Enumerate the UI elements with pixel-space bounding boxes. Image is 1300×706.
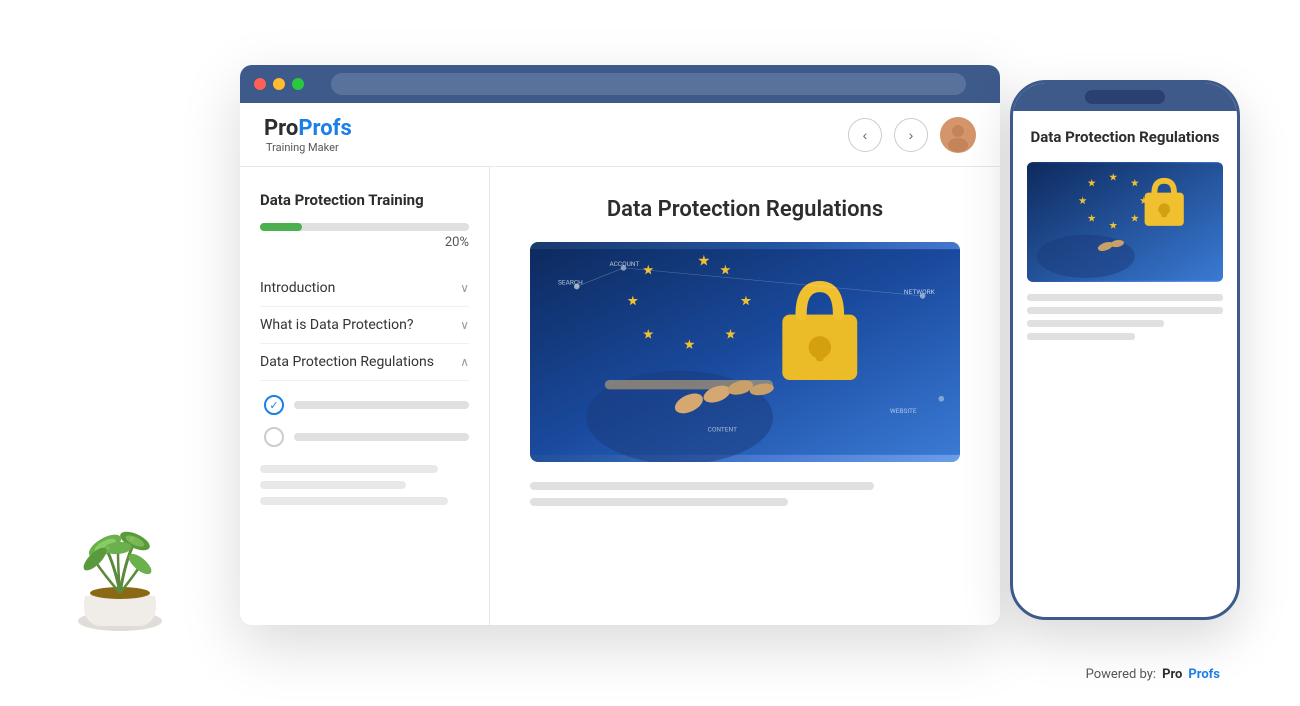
minimize-dot[interactable] bbox=[273, 78, 285, 90]
logo-pro: Pro bbox=[264, 116, 298, 141]
fullscreen-dot[interactable] bbox=[292, 78, 304, 90]
svg-text:ACCOUNT: ACCOUNT bbox=[609, 260, 639, 268]
submenu-item-1[interactable] bbox=[264, 389, 469, 421]
url-bar[interactable] bbox=[331, 73, 966, 95]
placeholder-line-2 bbox=[260, 481, 406, 489]
check-empty-icon bbox=[264, 427, 284, 447]
phone-title: Data Protection Regulations bbox=[1027, 127, 1223, 148]
app-header: Pro Profs Training Maker ‹ › bbox=[240, 103, 1000, 167]
menu-item-introduction-label: Introduction bbox=[260, 280, 335, 296]
powered-by: Powered by: Pro Profs bbox=[1086, 667, 1220, 682]
progress-bar-bg bbox=[260, 223, 469, 231]
avatar bbox=[940, 117, 976, 153]
menu-item-introduction[interactable]: Introduction ∨ bbox=[260, 270, 469, 307]
main-content: Data Protection Regulations bbox=[490, 167, 1000, 625]
menu-item-regulations[interactable]: Data Protection Regulations ∧ bbox=[260, 344, 469, 381]
close-dot[interactable] bbox=[254, 78, 266, 90]
footer-line-2 bbox=[530, 498, 788, 506]
footer-line-1 bbox=[530, 482, 874, 490]
next-button[interactable]: › bbox=[894, 118, 928, 152]
progress-bar-fill bbox=[260, 223, 302, 231]
content-footer-lines bbox=[530, 482, 960, 506]
powered-logo-pro: Pro bbox=[1162, 667, 1182, 682]
phone-line-1 bbox=[1027, 294, 1223, 301]
chevron-down-icon: ∨ bbox=[460, 281, 469, 295]
placeholder-line-1 bbox=[260, 465, 438, 473]
phone-mockup: Data Protection Regulations bbox=[1010, 80, 1240, 620]
phone-line-3 bbox=[1027, 320, 1164, 327]
logo-profs: Profs bbox=[298, 116, 352, 141]
menu-item-data-protection[interactable]: What is Data Protection? ∨ bbox=[260, 307, 469, 344]
phone-image bbox=[1027, 162, 1223, 282]
powered-logo-profs: Profs bbox=[1188, 667, 1220, 682]
logo-subtitle: Training Maker bbox=[266, 141, 352, 154]
progress-container: 20% bbox=[260, 223, 469, 250]
placeholder-line-3 bbox=[260, 497, 448, 505]
sidebar-title: Data Protection Training bbox=[260, 191, 469, 209]
chevron-down-icon-2: ∨ bbox=[460, 318, 469, 332]
menu-item-regulations-label: Data Protection Regulations bbox=[260, 354, 434, 370]
prev-button[interactable]: ‹ bbox=[848, 118, 882, 152]
browser-window: Pro Profs Training Maker ‹ › bbox=[240, 65, 1000, 625]
browser-titlebar bbox=[240, 65, 1000, 103]
svg-text:CONTENT: CONTENT bbox=[708, 425, 737, 433]
phone-line-4 bbox=[1027, 333, 1135, 340]
chevron-up-icon: ∧ bbox=[460, 355, 469, 369]
logo: Pro Profs Training Maker bbox=[264, 116, 352, 154]
submenu-line-2 bbox=[294, 433, 469, 441]
svg-text:SEARCH: SEARCH bbox=[558, 279, 583, 287]
phone-line-2 bbox=[1027, 307, 1223, 314]
plant-decoration bbox=[60, 466, 180, 646]
menu-item-data-protection-label: What is Data Protection? bbox=[260, 317, 413, 333]
sidebar: Data Protection Training 20% Introductio… bbox=[240, 167, 490, 625]
phone-notch-bar bbox=[1085, 90, 1165, 104]
submenu-line-1 bbox=[294, 401, 469, 409]
check-done-icon bbox=[264, 395, 284, 415]
submenu-regulations bbox=[260, 381, 469, 453]
submenu-item-2[interactable] bbox=[264, 421, 469, 453]
svg-text:WEBSITE: WEBSITE bbox=[890, 407, 917, 415]
phone-content: Data Protection Regulations bbox=[1013, 111, 1237, 617]
powered-by-label: Powered by: bbox=[1086, 667, 1156, 682]
placeholder-lines bbox=[260, 465, 469, 505]
browser-content: Pro Profs Training Maker ‹ › bbox=[240, 103, 1000, 625]
scene: Pro Profs Training Maker ‹ › bbox=[0, 0, 1300, 706]
phone-lines bbox=[1027, 294, 1223, 340]
header-nav: ‹ › bbox=[848, 117, 976, 153]
svg-text:NETWORK: NETWORK bbox=[904, 288, 936, 296]
app-body: Data Protection Training 20% Introductio… bbox=[240, 167, 1000, 625]
content-image: SEARCH ACCOUNT NETWORK WEBSITE CONTENT bbox=[530, 242, 960, 462]
progress-text: 20% bbox=[260, 235, 469, 250]
phone-notch bbox=[1013, 83, 1237, 111]
content-title: Data Protection Regulations bbox=[530, 197, 960, 222]
